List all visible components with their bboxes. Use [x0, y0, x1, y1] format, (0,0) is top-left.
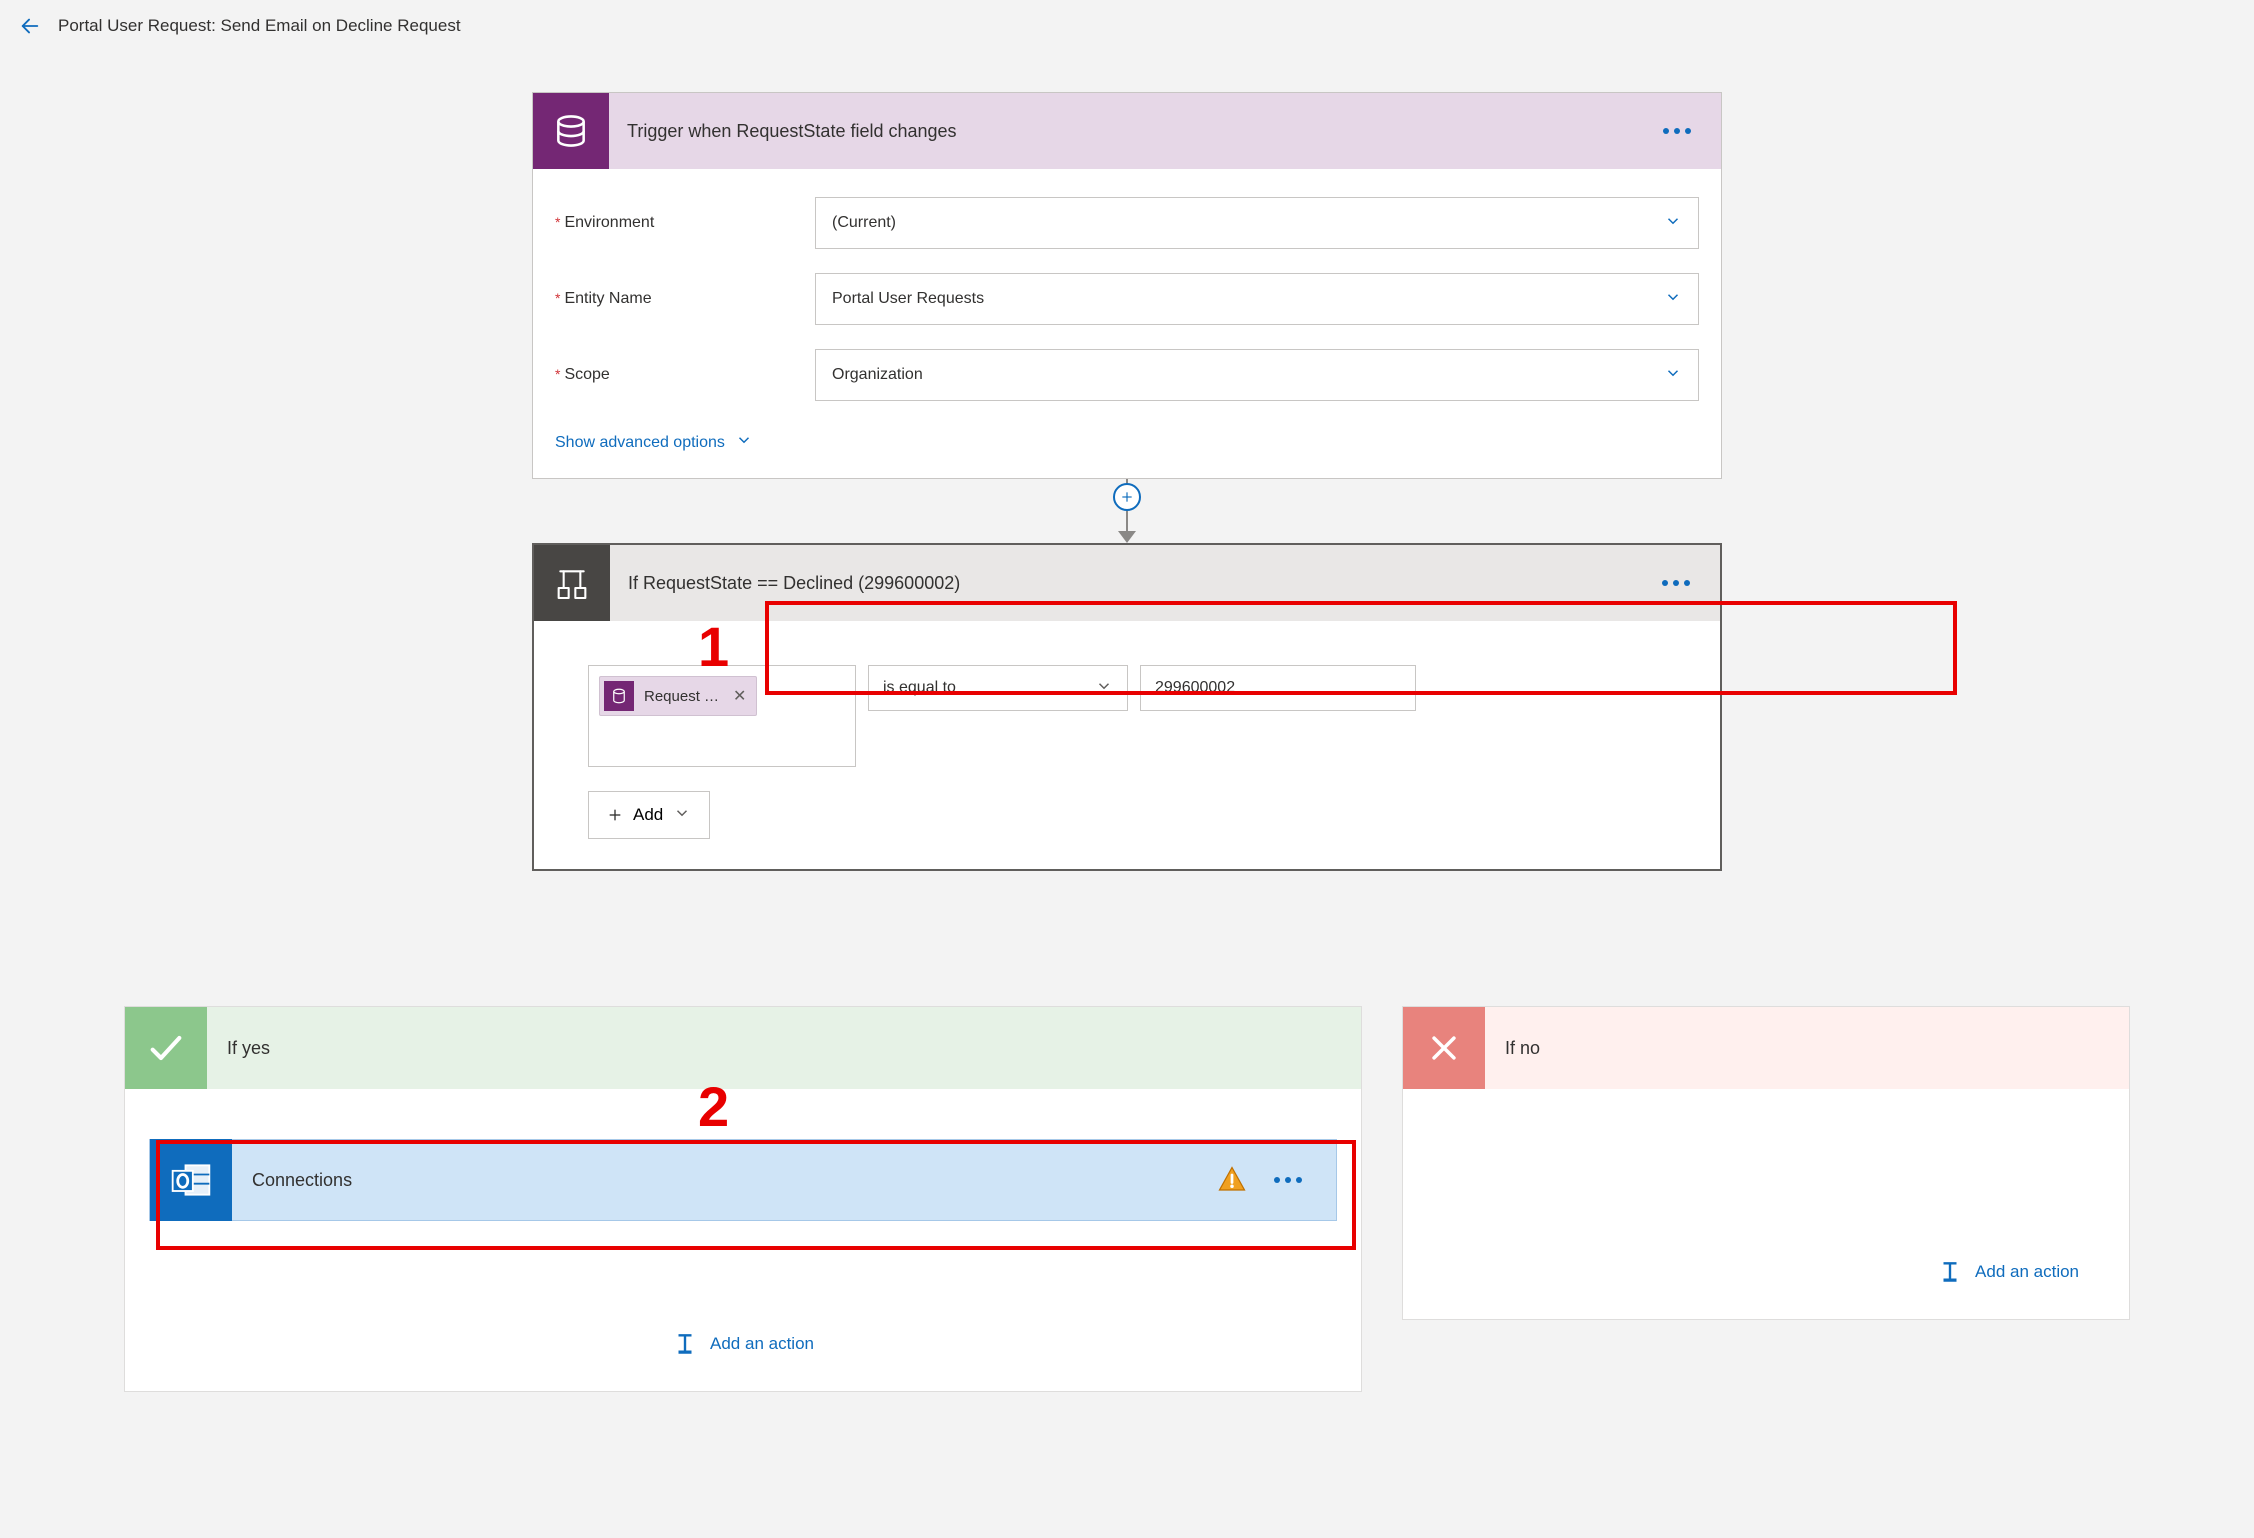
condition-operator-select[interactable]: is equal to: [868, 665, 1128, 711]
condition-value: 299600002: [1155, 679, 1235, 697]
condition-add-button[interactable]: Add: [588, 791, 710, 839]
field-environment: *Environment (Current): [555, 185, 1699, 261]
condition-title: If RequestState == Declined (299600002): [628, 573, 1638, 594]
close-icon: [1403, 1007, 1485, 1089]
token-label: Request …: [644, 688, 719, 705]
add-step-button[interactable]: [1113, 483, 1141, 511]
chevron-down-icon: [673, 804, 691, 827]
condition-more-icon[interactable]: [1656, 574, 1696, 592]
field-entity-label: Entity Name: [564, 290, 651, 307]
no-add-action-link[interactable]: Add an action: [1427, 1259, 2079, 1295]
entity-value: Portal User Requests: [832, 290, 984, 308]
connections-action-title: Connections: [252, 1170, 1196, 1191]
field-scope-label: Scope: [564, 366, 609, 383]
warning-icon: [1216, 1164, 1248, 1196]
trigger-title: Trigger when RequestState field changes: [627, 121, 1639, 142]
dataverse-icon: [604, 681, 634, 711]
if-no-branch: If no Add an action: [1402, 1006, 2130, 1320]
entity-select[interactable]: Portal User Requests: [815, 273, 1699, 325]
condition-value-input[interactable]: 299600002: [1140, 665, 1416, 711]
if-no-title: If no: [1505, 1038, 1540, 1059]
scope-select[interactable]: Organization: [815, 349, 1699, 401]
yes-add-action-link[interactable]: Add an action: [149, 1331, 1337, 1367]
page-header: Portal User Request: Send Email on Decli…: [0, 0, 2254, 52]
condition-card-header[interactable]: If RequestState == Declined (299600002): [534, 545, 1720, 621]
dynamic-content-token[interactable]: Request … ✕: [599, 676, 757, 716]
back-arrow-icon[interactable]: [18, 14, 42, 38]
remove-token-icon[interactable]: ✕: [733, 686, 746, 706]
chevron-down-icon: [1664, 364, 1682, 387]
field-environment-label: Environment: [564, 214, 654, 231]
scope-value: Organization: [832, 366, 923, 384]
if-yes-header[interactable]: If yes: [125, 1007, 1361, 1089]
environment-value: (Current): [832, 214, 896, 232]
chevron-down-icon: [1095, 677, 1113, 700]
field-scope: *Scope Organization: [555, 337, 1699, 413]
trigger-more-icon[interactable]: [1657, 122, 1697, 140]
chevron-down-icon: [735, 431, 753, 454]
trigger-card: Trigger when RequestState field changes …: [532, 92, 1722, 479]
checkmark-icon: [125, 1007, 207, 1089]
action-more-icon[interactable]: [1268, 1171, 1308, 1189]
operator-value: is equal to: [883, 679, 956, 697]
condition-left-operand[interactable]: Request … ✕: [588, 665, 856, 767]
show-advanced-options-link[interactable]: Show advanced options: [555, 431, 753, 454]
condition-icon: [534, 545, 610, 621]
if-yes-title: If yes: [227, 1038, 270, 1059]
field-entity: *Entity Name Portal User Requests: [555, 261, 1699, 337]
flow-connector: [532, 479, 1722, 543]
if-yes-branch: If yes Connections: [124, 1006, 1362, 1392]
chevron-down-icon: [1664, 212, 1682, 235]
outlook-icon: [150, 1139, 232, 1221]
trigger-card-header[interactable]: Trigger when RequestState field changes: [533, 93, 1721, 169]
condition-card: If RequestState == Declined (299600002): [532, 543, 1722, 871]
chevron-down-icon: [1664, 288, 1682, 311]
dataverse-icon: [533, 93, 609, 169]
if-no-header[interactable]: If no: [1403, 1007, 2129, 1089]
connections-action-card[interactable]: Connections: [149, 1139, 1337, 1221]
page-title: Portal User Request: Send Email on Decli…: [58, 16, 461, 36]
environment-select[interactable]: (Current): [815, 197, 1699, 249]
